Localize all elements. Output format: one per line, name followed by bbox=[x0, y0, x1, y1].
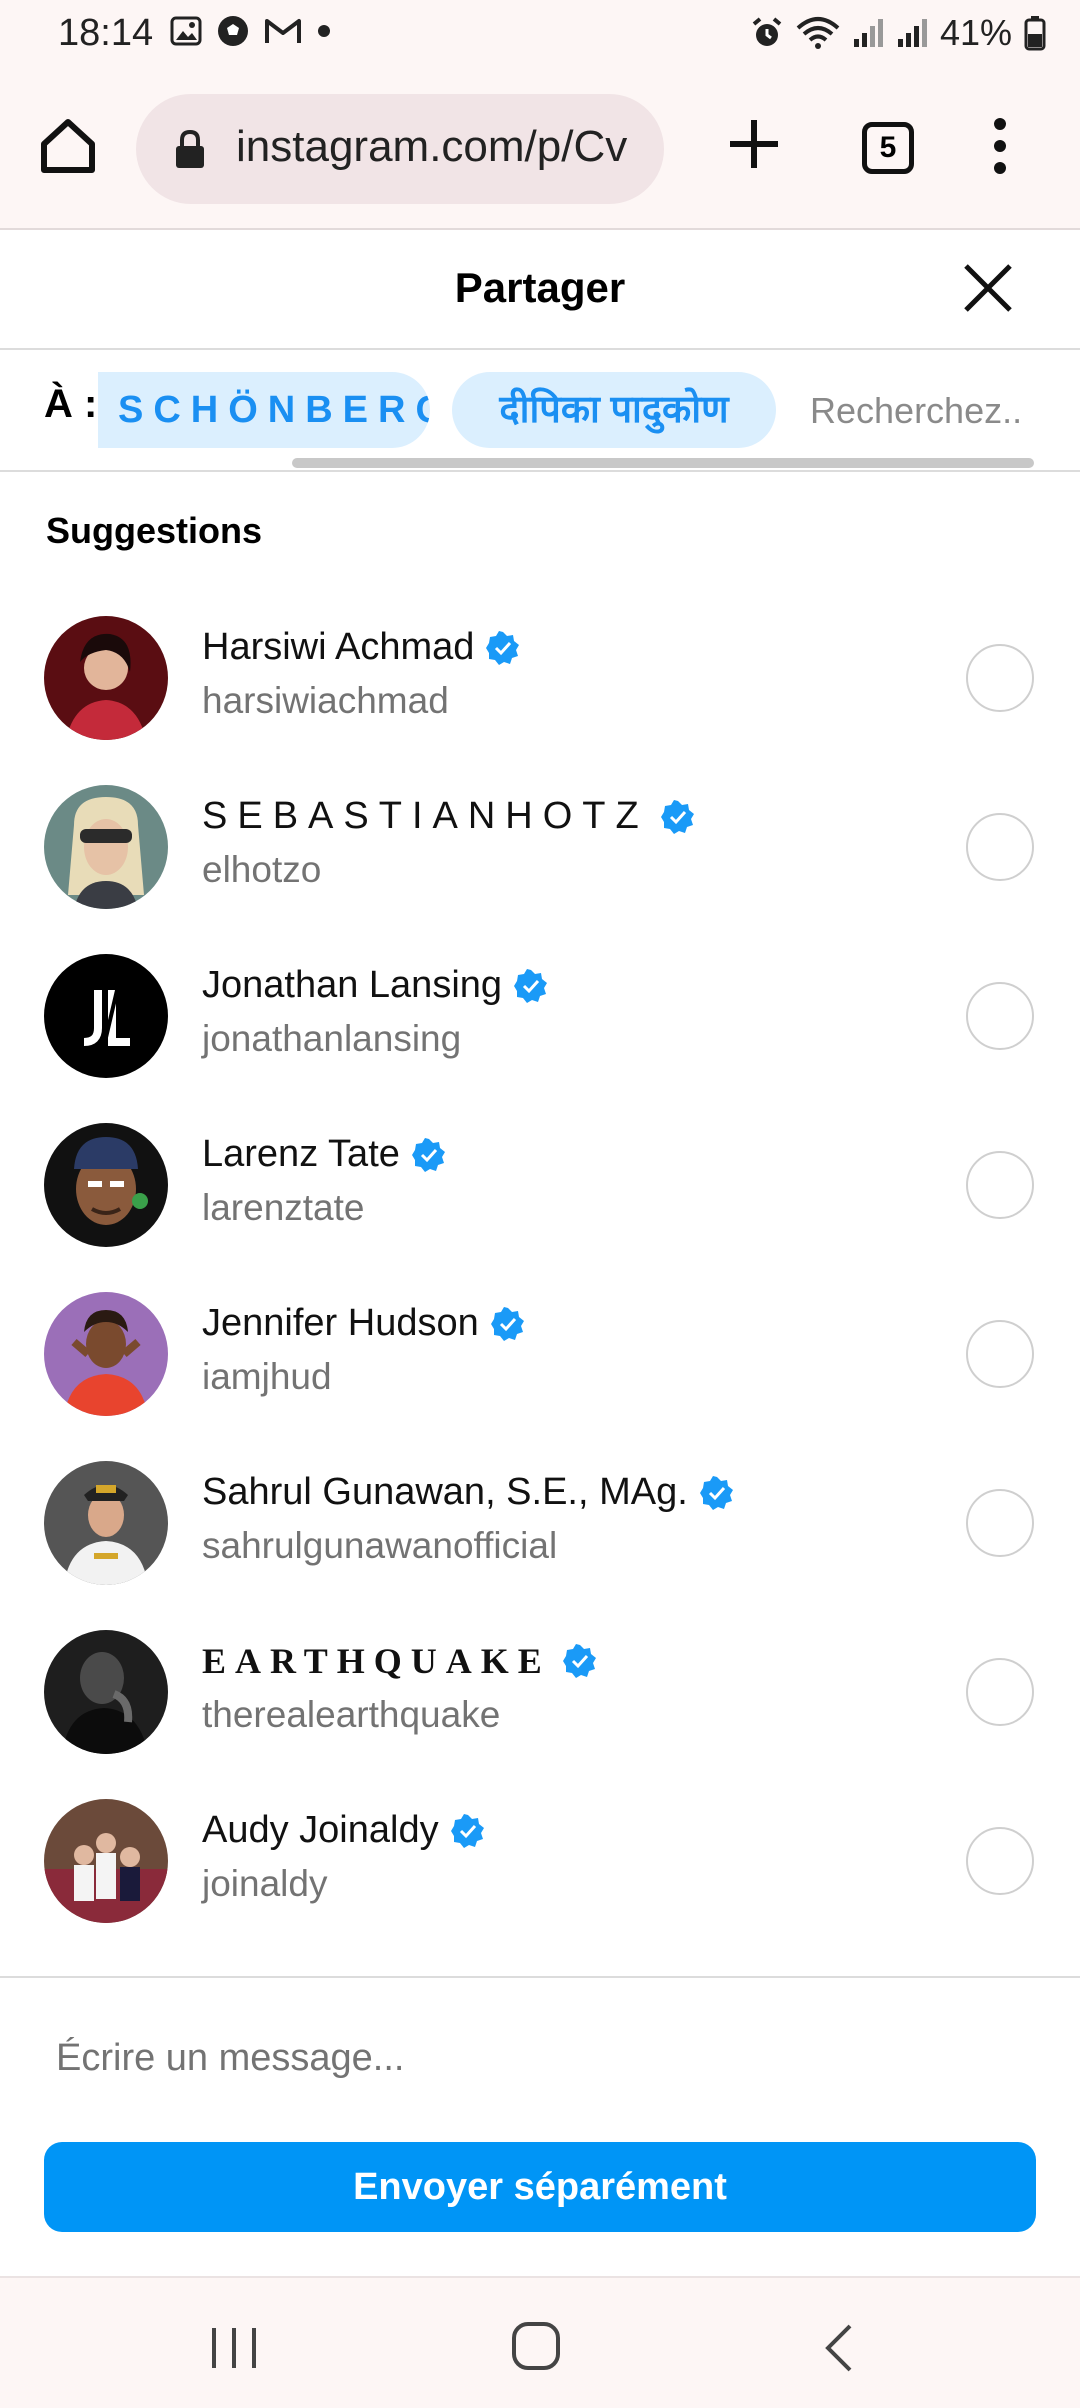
send-separately-button[interactable]: Envoyer séparément bbox=[44, 2142, 1036, 2232]
verified-badge-icon bbox=[450, 1813, 484, 1848]
avatar bbox=[44, 616, 168, 740]
back-icon[interactable] bbox=[820, 2322, 860, 2374]
user-handle: elhotzo bbox=[202, 849, 322, 890]
verified-badge-icon bbox=[486, 630, 520, 665]
signal-icon bbox=[897, 19, 927, 47]
select-radio[interactable] bbox=[966, 1320, 1034, 1388]
battery-icon bbox=[1024, 16, 1046, 51]
share-dialog-header: Partager bbox=[0, 232, 1080, 350]
list-item[interactable]: Sahrul Gunawan, S.E., MAg. sahrulgunawan… bbox=[0, 1437, 1080, 1606]
user-handle: therealearthquake bbox=[202, 1694, 501, 1735]
battery-percentage: 41% bbox=[939, 12, 1012, 53]
suggestions-list: Harsiwi Achmad harsiwiachmad SEBASTIANHO… bbox=[0, 592, 1080, 1944]
list-item[interactable]: Harsiwi Achmad harsiwiachmad bbox=[0, 592, 1080, 761]
recipient-chip[interactable]: SCHÖNBERG bbox=[98, 372, 430, 448]
select-radio[interactable] bbox=[966, 982, 1034, 1050]
user-handle: larenztate bbox=[202, 1187, 365, 1228]
message-composer: Envoyer séparément bbox=[0, 1976, 1080, 2276]
list-item[interactable]: SEBASTIANHOTZ elhotzo bbox=[0, 761, 1080, 930]
avatar bbox=[44, 1630, 168, 1754]
user-handle: iamjhud bbox=[202, 1356, 332, 1397]
user-name: Larenz Tate bbox=[202, 1133, 400, 1175]
user-handle: joinaldy bbox=[202, 1863, 328, 1904]
verified-badge-icon bbox=[699, 1475, 733, 1510]
address-bar[interactable]: instagram.com/p/Cv bbox=[136, 94, 664, 204]
system-navigation-bar bbox=[0, 2276, 1080, 2408]
dialog-title: Partager bbox=[454, 264, 626, 311]
url-text: instagram.com/p/Cv bbox=[236, 122, 628, 171]
avatar bbox=[44, 1292, 168, 1416]
dot-icon bbox=[318, 25, 330, 37]
verified-badge-icon bbox=[411, 1137, 445, 1172]
list-item[interactable]: Larenz Tate larenztate bbox=[0, 1099, 1080, 1268]
avatar bbox=[44, 954, 168, 1078]
list-item[interactable]: EARTHQUAKE therealearthquake bbox=[0, 1606, 1080, 1775]
user-name: Sahrul Gunawan, S.E., MAg. bbox=[202, 1471, 688, 1513]
new-tab-icon[interactable] bbox=[722, 112, 786, 176]
tab-switcher-button[interactable]: 5 bbox=[862, 122, 914, 174]
user-handle: harsiwiachmad bbox=[202, 680, 449, 721]
recipients-row: À : SCHÖNBERG दीपिका पादुकोण Recherchez.… bbox=[0, 352, 1080, 472]
select-radio[interactable] bbox=[966, 1658, 1034, 1726]
user-handle: jonathanlansing bbox=[202, 1018, 462, 1059]
user-name: Jennifer Hudson bbox=[202, 1302, 479, 1344]
verified-badge-icon bbox=[490, 1306, 524, 1341]
suggestions-heading: Suggestions bbox=[46, 510, 263, 551]
verified-badge-icon bbox=[514, 968, 548, 1003]
select-radio[interactable] bbox=[966, 813, 1034, 881]
recipient-search-input[interactable]: Recherchez.. bbox=[810, 390, 1022, 432]
alarm-icon bbox=[752, 17, 782, 46]
notification-icons bbox=[170, 14, 332, 48]
signal-icon bbox=[853, 19, 883, 47]
avatar bbox=[44, 1799, 168, 1923]
user-name: EARTHQUAKE bbox=[202, 1641, 551, 1681]
status-bar: 18:14 41% bbox=[0, 0, 1080, 68]
user-name: Audy Joinaldy bbox=[202, 1809, 439, 1851]
avatar bbox=[44, 1123, 168, 1247]
user-handle: sahrulgunawanofficial bbox=[202, 1525, 558, 1566]
status-time: 18:14 bbox=[58, 12, 154, 54]
message-input[interactable] bbox=[36, 2008, 1036, 2108]
verified-badge-icon bbox=[660, 799, 694, 834]
home-icon[interactable] bbox=[36, 114, 100, 178]
avatar bbox=[44, 1461, 168, 1585]
select-radio[interactable] bbox=[966, 1489, 1034, 1557]
wifi-icon bbox=[796, 17, 840, 49]
gallery-icon bbox=[170, 16, 202, 46]
list-item[interactable]: Jennifer Hudson iamjhud bbox=[0, 1268, 1080, 1437]
user-name: SEBASTIANHOTZ bbox=[202, 795, 649, 837]
select-radio[interactable] bbox=[966, 644, 1034, 712]
list-item[interactable]: Jonathan Lansing jonathanlansing bbox=[0, 930, 1080, 1099]
home-button-icon[interactable] bbox=[510, 2320, 562, 2372]
more-options-icon[interactable] bbox=[980, 114, 1020, 178]
close-icon[interactable] bbox=[960, 260, 1016, 316]
to-label: À : bbox=[44, 382, 98, 426]
browser-toolbar: instagram.com/p/Cv 5 bbox=[0, 68, 1080, 230]
system-icons: 41% bbox=[750, 12, 1046, 54]
select-radio[interactable] bbox=[966, 1151, 1034, 1219]
horizontal-scrollbar[interactable] bbox=[292, 458, 1034, 468]
select-radio[interactable] bbox=[966, 1827, 1034, 1895]
soccer-ball-icon bbox=[218, 16, 248, 46]
gmail-icon bbox=[265, 19, 301, 43]
recipient-chip[interactable]: दीपिका पादुकोण bbox=[452, 372, 776, 448]
list-item[interactable]: Audy Joinaldy joinaldy bbox=[0, 1775, 1080, 1944]
tab-count: 5 bbox=[879, 131, 897, 164]
lock-icon bbox=[176, 130, 204, 168]
user-name: Jonathan Lansing bbox=[202, 964, 503, 1006]
avatar bbox=[44, 785, 168, 909]
user-name: Harsiwi Achmad bbox=[202, 626, 475, 668]
recent-apps-icon[interactable] bbox=[206, 2324, 262, 2372]
verified-badge-icon bbox=[562, 1644, 596, 1678]
